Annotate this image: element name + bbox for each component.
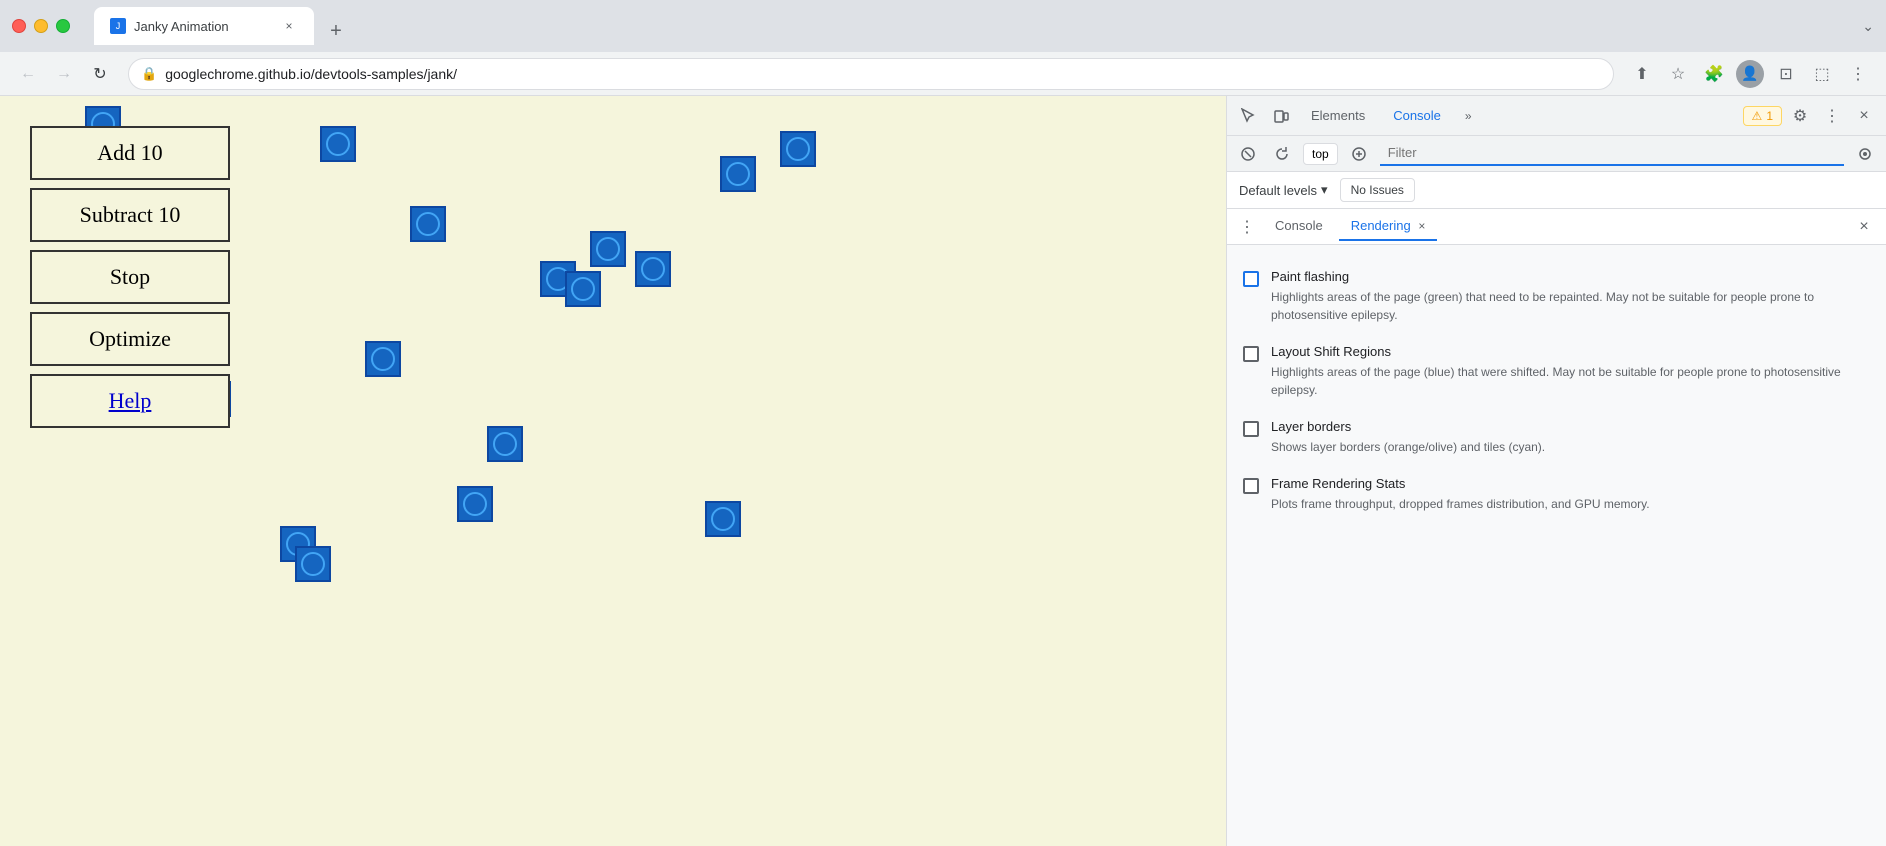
clear-console-button[interactable] — [1235, 141, 1261, 167]
page-buttons: Add 10 Subtract 10 Stop Optimize Help — [30, 126, 230, 436]
devtools-levels-row: Default levels ▾ No Issues — [1227, 172, 1886, 209]
paint-flashing-desc: Highlights areas of the page (green) tha… — [1271, 288, 1870, 324]
panel-tabs-row: ⋮ Console Rendering × × — [1227, 209, 1886, 245]
devtools-main-tabs: Elements Console » ⚠ 1 ⚙ ⋮ × — [1227, 96, 1886, 136]
layout-shift-desc: Highlights areas of the page (blue) that… — [1271, 363, 1870, 399]
animated-square — [705, 501, 741, 537]
devtools-settings-button[interactable]: ⚙ — [1786, 102, 1814, 130]
rendering-panel-tab[interactable]: Rendering × — [1339, 212, 1438, 241]
main-area: Add 10 Subtract 10 Stop Optimize Help — [0, 96, 1886, 846]
address-bar[interactable]: 🔒 googlechrome.github.io/devtools-sample… — [128, 58, 1614, 90]
back-button[interactable]: ← — [12, 58, 44, 90]
layout-shift-title: Layout Shift Regions — [1271, 344, 1870, 359]
tabs-bar: J Janky Animation × + — [94, 7, 1854, 45]
more-tabs-button[interactable]: » — [1457, 105, 1480, 127]
animated-square — [720, 156, 756, 192]
url-display: googlechrome.github.io/devtools-samples/… — [165, 66, 1601, 82]
filter-settings-icon — [1852, 141, 1878, 167]
device-toolbar-button[interactable] — [1267, 102, 1295, 130]
warning-count: 1 — [1766, 109, 1773, 123]
new-tab-button[interactable]: + — [322, 17, 350, 45]
devtools-panel: Elements Console » ⚠ 1 ⚙ ⋮ × — [1226, 96, 1886, 846]
inspect-element-button[interactable] — [1235, 102, 1263, 130]
rendering-content: Paint flashing Highlights areas of the p… — [1227, 245, 1886, 846]
context-dropdown[interactable]: top — [1303, 143, 1338, 165]
animated-square — [410, 206, 446, 242]
devtools-icons — [1235, 102, 1295, 130]
help-button[interactable]: Help — [30, 374, 230, 428]
toolbar-actions: ⬆ ☆ 🧩 👤 ⊡ ⬚ ⋮ — [1626, 58, 1874, 90]
frame-rendering-stats-option: Frame Rendering Stats Plots frame throug… — [1227, 468, 1886, 521]
extensions-button[interactable]: 🧩 — [1698, 58, 1730, 90]
layer-borders-desc: Shows layer borders (orange/olive) and t… — [1271, 438, 1870, 456]
paint-flashing-option: Paint flashing Highlights areas of the p… — [1227, 261, 1886, 332]
warning-icon: ⚠ — [1752, 109, 1763, 123]
console-tab[interactable]: Console — [1381, 102, 1453, 129]
traffic-lights — [12, 19, 70, 33]
tab-title: Janky Animation — [134, 19, 272, 34]
sidebar-toggle[interactable]: ⬚ — [1806, 58, 1838, 90]
animated-square — [487, 426, 523, 462]
page-content: Add 10 Subtract 10 Stop Optimize Help — [0, 96, 1226, 846]
frame-rendering-stats-checkbox[interactable] — [1243, 478, 1259, 494]
menu-button[interactable]: ⋮ — [1842, 58, 1874, 90]
active-tab[interactable]: J Janky Animation × — [94, 7, 314, 45]
animated-square — [295, 546, 331, 582]
animated-square — [565, 271, 601, 307]
subtract-10-button[interactable]: Subtract 10 — [30, 188, 230, 242]
share-button[interactable]: ⬆ — [1626, 58, 1658, 90]
optimize-button[interactable]: Optimize — [30, 312, 230, 366]
devtools-close-button[interactable]: × — [1850, 102, 1878, 130]
devtools-more-button[interactable]: ⋮ — [1818, 102, 1846, 130]
profile-avatar: 👤 — [1736, 60, 1764, 88]
cast-button[interactable]: ⊡ — [1770, 58, 1802, 90]
console-filter-input[interactable] — [1380, 142, 1844, 166]
frame-rendering-stats-desc: Plots frame throughput, dropped frames d… — [1271, 495, 1870, 513]
forward-button[interactable]: → — [48, 58, 80, 90]
close-traffic-light[interactable] — [12, 19, 26, 33]
paint-flashing-title: Paint flashing — [1271, 269, 1870, 284]
layout-shift-checkbox[interactable] — [1243, 346, 1259, 362]
window-dropdown[interactable]: ⌄ — [1862, 18, 1874, 35]
title-bar: J Janky Animation × + ⌄ — [0, 0, 1886, 52]
animated-square — [590, 231, 626, 267]
console-panel-tab[interactable]: Console — [1263, 212, 1335, 241]
animated-square — [635, 251, 671, 287]
layer-borders-checkbox[interactable] — [1243, 421, 1259, 437]
profile-icon[interactable]: 👤 — [1734, 58, 1766, 90]
default-levels-dropdown[interactable]: Default levels ▾ — [1239, 182, 1328, 198]
animated-square — [365, 341, 401, 377]
stop-button[interactable]: Stop — [30, 250, 230, 304]
maximize-traffic-light[interactable] — [56, 19, 70, 33]
devtools-secondary-row: top — [1227, 136, 1886, 172]
add-10-button[interactable]: Add 10 — [30, 126, 230, 180]
animated-square — [320, 126, 356, 162]
lock-icon: 🔒 — [141, 66, 157, 82]
browser-toolbar: ← → ↻ 🔒 googlechrome.github.io/devtools-… — [0, 52, 1886, 96]
refresh-button[interactable]: ↻ — [84, 58, 116, 90]
layout-shift-option: Layout Shift Regions Highlights areas of… — [1227, 336, 1886, 407]
create-live-expression-button[interactable] — [1346, 141, 1372, 167]
elements-tab[interactable]: Elements — [1299, 102, 1377, 129]
panel-close-button[interactable]: × — [1850, 213, 1878, 241]
panel-options-button[interactable]: ⋮ — [1235, 215, 1259, 239]
refresh-console-button[interactable] — [1269, 141, 1295, 167]
minimize-traffic-light[interactable] — [34, 19, 48, 33]
tab-favicon: J — [110, 18, 126, 34]
layer-borders-title: Layer borders — [1271, 419, 1870, 434]
layer-borders-option: Layer borders Shows layer borders (orang… — [1227, 411, 1886, 464]
bookmark-button[interactable]: ☆ — [1662, 58, 1694, 90]
browser-window: J Janky Animation × + ⌄ ← → ↻ 🔒 googlech… — [0, 0, 1886, 846]
paint-flashing-checkbox[interactable] — [1243, 271, 1259, 287]
avatar-icon: 👤 — [1741, 65, 1758, 82]
rendering-tab-close[interactable]: × — [1418, 219, 1425, 233]
frame-rendering-stats-title: Frame Rendering Stats — [1271, 476, 1870, 491]
levels-dropdown-arrow: ▾ — [1321, 182, 1328, 198]
tab-close-button[interactable]: × — [280, 17, 298, 35]
animated-square — [457, 486, 493, 522]
animated-square — [780, 131, 816, 167]
warning-badge[interactable]: ⚠ 1 — [1743, 106, 1782, 126]
no-issues-button[interactable]: No Issues — [1340, 178, 1415, 202]
